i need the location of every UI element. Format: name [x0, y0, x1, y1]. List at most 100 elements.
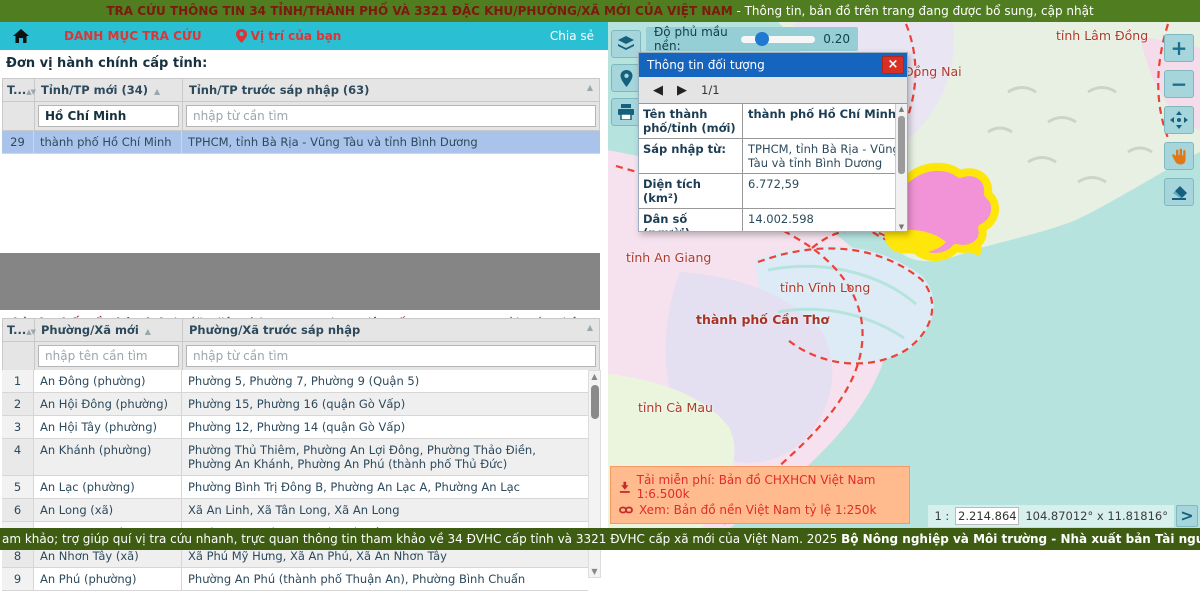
province-row-new: thành phố Hồ Chí Minh — [34, 131, 182, 153]
attr-label: Tên thành phố/tỉnh (mới) — [639, 104, 743, 138]
attr-label: Dân số (người) — [639, 209, 743, 231]
download-link-label: Tải miễn phí: Bản đồ CHXHCN Việt Nam 1:6… — [637, 473, 901, 501]
empty-table-filler — [0, 253, 600, 310]
feature-info-popup: Thông tin đối tượng × ◀ ▶ 1/1 Tên thành … — [638, 52, 908, 232]
ward-filter-row — [2, 342, 600, 371]
attr-value: TPHCM, tỉnh Bà Rịa - Vũng Tàu và tỉnh Bì… — [743, 139, 907, 173]
table-row[interactable]: 6An Long (xã)Xã An Linh, Xã Tân Long, Xã… — [2, 499, 588, 522]
scale-prefix: 1 : — [934, 509, 949, 523]
province-section-heading: Đơn vị hành chính cấp tỉnh: — [6, 56, 207, 71]
erase-button[interactable] — [1164, 178, 1194, 206]
sort-icon: ▲▼ — [26, 88, 35, 96]
view-link[interactable]: Xem: Bản đồ nền Việt Nam tỷ lệ 1:250k — [619, 503, 901, 517]
col-header-stt[interactable]: T...▲▼ — [3, 319, 35, 341]
attr-value: 6.772,59 — [743, 174, 907, 208]
home-icon[interactable] — [12, 28, 30, 44]
col-header-phuong-truoc[interactable]: Phường/Xã trước sáp nhập▲ — [183, 319, 599, 341]
printer-icon — [617, 104, 635, 120]
map-label-can-tho: thành phố Cần Thơ — [696, 312, 829, 327]
prev-page-icon[interactable]: ◀ — [653, 83, 663, 98]
share-button[interactable]: Chia sẻ — [550, 29, 594, 43]
map-pin-icon — [620, 70, 633, 87]
sort-asc-icon: ▲ — [587, 83, 593, 97]
download-icon — [619, 481, 631, 494]
hand-icon — [1171, 148, 1187, 165]
province-new-filter-input[interactable] — [38, 105, 179, 127]
province-table-header: T...▲▼ Tỉnh/TP mới (34)▲ Tỉnh/TP trước s… — [2, 78, 600, 102]
popup-title: Thông tin đối tượng — [647, 58, 765, 72]
table-row[interactable]: 4An Khánh (phường)Phường Thủ Thiêm, Phườ… — [2, 439, 588, 476]
eraser-icon — [1170, 185, 1188, 200]
hand-drag-button[interactable] — [1164, 142, 1194, 170]
col-header-tinh-moi[interactable]: Tỉnh/TP mới (34)▲ — [35, 79, 183, 101]
map-label-ca-mau: tỉnh Cà Mau — [638, 400, 713, 415]
download-link[interactable]: Tải miễn phí: Bản đồ CHXHCN Việt Nam 1:6… — [619, 473, 901, 501]
zoom-out-button[interactable]: − — [1164, 70, 1194, 98]
province-row-old: TPHCM, tỉnh Bà Rịa - Vũng Tàu và tỉnh Bì… — [182, 131, 600, 153]
scale-input[interactable] — [955, 507, 1019, 525]
chevron-right-icon: > — [1180, 506, 1193, 525]
map-label-lam-dong: tỉnh Lâm Đồng — [1056, 28, 1148, 43]
table-row[interactable]: 3An Hội Tây (phường)Phường 12, Phường 14… — [2, 416, 588, 439]
footer-publisher: Bộ Nông nghiệp và Môi trường - Nhà xuất … — [841, 532, 1200, 546]
province-table: T...▲▼ Tỉnh/TP mới (34)▲ Tỉnh/TP trước s… — [2, 78, 600, 154]
opacity-value: 0.20 — [823, 32, 850, 46]
link-icon — [619, 505, 633, 515]
map-label-an-giang: tỉnh An Giang — [626, 250, 711, 265]
map-label-dong-nai: Đồng Nai — [904, 64, 962, 79]
ward-table-body: 1An Đông (phường)Phường 5, Phường 7, Phư… — [2, 370, 588, 591]
popup-title-bar[interactable]: Thông tin đối tượng × — [639, 53, 907, 77]
page-subtitle: - Thông tin, bản đồ trên trang đang được… — [733, 4, 1094, 18]
location-pin-icon — [236, 29, 247, 43]
layers-button[interactable] — [611, 30, 641, 58]
nav-item-vi-tri[interactable]: Vị trí của bạn — [236, 29, 342, 43]
ward-table-head: T...▲▼ Phường/Xã mới▲ Phường/Xã trước sá… — [2, 318, 600, 371]
locate-button[interactable] — [611, 64, 641, 92]
attr-label: Sáp nhập từ: — [639, 139, 743, 173]
sort-asc-icon: ▲ — [145, 327, 151, 336]
col-header-stt[interactable]: T...▲▼ — [3, 79, 35, 101]
left-panel: Đơn vị hành chính cấp tỉnh: T...▲▼ Tỉnh/… — [0, 50, 608, 528]
col-header-phuong-moi[interactable]: Phường/Xã mới▲ — [35, 319, 183, 341]
scrollbar-thumb[interactable] — [591, 385, 599, 419]
layers-icon — [617, 35, 635, 53]
scroll-down-icon[interactable]: ▼ — [589, 567, 600, 576]
collapse-panel-button[interactable]: > — [1176, 505, 1198, 527]
col-header-tinh-truoc[interactable]: Tỉnh/TP trước sáp nhập (63)▲ — [183, 79, 599, 101]
attr-label: Diện tích (km²) — [639, 174, 743, 208]
view-link-label: Xem: Bản đồ nền Việt Nam tỷ lệ 1:250k — [639, 503, 877, 517]
sort-asc-icon: ▲ — [587, 323, 593, 337]
map-canvas[interactable]: tỉnh Lâm Đồng Đồng Nai tỉnh An Giang tỉn… — [608, 22, 1200, 528]
popup-close-button[interactable]: × — [882, 56, 904, 74]
pan-button[interactable] — [1164, 106, 1194, 134]
scroll-up-icon[interactable]: ▲ — [896, 105, 907, 113]
ward-new-filter-input[interactable] — [38, 345, 179, 367]
next-page-icon[interactable]: ▶ — [677, 83, 687, 98]
table-row[interactable]: 5An Lạc (phường)Phường Bình Trị Đông B, … — [2, 476, 588, 499]
popup-pager: ◀ ▶ 1/1 — [639, 77, 907, 103]
nav-item-danh-muc-tra-cuu[interactable]: DANH MỤC TRA CỨU — [64, 29, 202, 43]
attr-value: thành phố Hồ Chí Minh — [743, 104, 907, 138]
ward-old-filter-input[interactable] — [186, 345, 596, 367]
opacity-label: Độ phủ mầu nền: — [654, 25, 735, 53]
opacity-slider[interactable] — [741, 36, 815, 43]
table-row[interactable]: 9An Phú (phường)Phường An Phú (thành phố… — [2, 568, 588, 591]
table-row[interactable]: 2An Hội Đông (phường)Phường 15, Phường 1… — [2, 393, 588, 416]
print-button[interactable] — [611, 98, 641, 126]
scale-strip: 1 : 104.87012° x 11.81816° — [928, 505, 1174, 527]
map-links-box: Tải miễn phí: Bản đồ CHXHCN Việt Nam 1:6… — [610, 466, 910, 524]
scroll-down-icon[interactable]: ▼ — [896, 223, 907, 231]
table-row[interactable]: 1An Đông (phường)Phường 5, Phường 7, Phư… — [2, 370, 588, 393]
sort-icon: ▲▼ — [26, 328, 35, 336]
province-old-filter-input[interactable] — [186, 105, 596, 127]
app-title-bar: TRA CỨU THÔNG TIN 34 TỈNH/THÀNH PHỐ VÀ 3… — [0, 0, 1200, 22]
zoom-in-button[interactable]: + — [1164, 34, 1194, 62]
minus-icon: − — [1171, 74, 1188, 94]
province-row-selected[interactable]: 29 thành phố Hồ Chí Minh TPHCM, tỉnh Bà … — [2, 131, 600, 154]
scroll-up-icon[interactable]: ▲ — [589, 372, 600, 381]
popup-attribute-table: Tên thành phố/tỉnh (mới)thành phố Hồ Chí… — [639, 103, 907, 231]
slider-knob[interactable] — [755, 32, 769, 46]
popup-scrollbar[interactable]: ▲ ▼ — [895, 104, 907, 231]
scrollbar-thumb[interactable] — [898, 116, 905, 174]
attr-value: 14.002.598 — [743, 209, 907, 231]
